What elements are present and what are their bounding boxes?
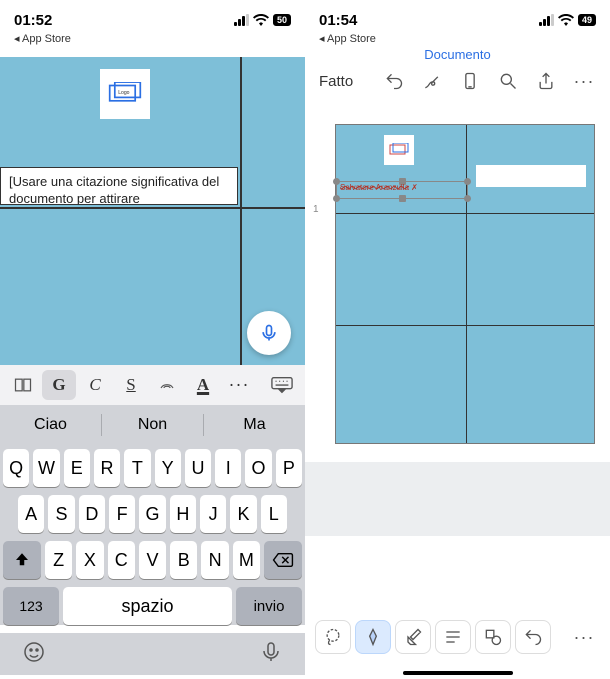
- status-time: 01:54: [319, 12, 357, 29]
- key[interactable]: V: [139, 541, 166, 579]
- status-icons: 49: [539, 14, 596, 26]
- key[interactable]: W: [33, 449, 59, 487]
- more-tools-button[interactable]: ···: [568, 622, 600, 652]
- shapes-button[interactable]: [475, 620, 511, 654]
- more-format-button[interactable]: ···: [222, 370, 256, 400]
- search-button[interactable]: [492, 66, 524, 96]
- italic-button[interactable]: C: [78, 370, 112, 400]
- document-canvas[interactable]: Salvatore Aranzulla ✗: [335, 124, 595, 444]
- highlight-button[interactable]: [150, 370, 184, 400]
- wifi-icon: [558, 14, 574, 26]
- suggestion-bar: Ciao Non Ma: [0, 405, 305, 445]
- document-title[interactable]: Documento: [424, 47, 490, 62]
- key[interactable]: S: [48, 495, 74, 533]
- keyboard-footer: [0, 633, 305, 675]
- bottom-toolbar: ···: [305, 613, 610, 661]
- key[interactable]: H: [170, 495, 196, 533]
- keyboard-toggle-button[interactable]: [265, 370, 299, 400]
- highlighter-button[interactable]: [395, 620, 431, 654]
- status-icons: 50: [234, 14, 291, 26]
- draw-button[interactable]: [416, 66, 448, 96]
- numbers-key[interactable]: 123: [3, 587, 59, 625]
- page-number: 1: [313, 204, 319, 215]
- back-to-app[interactable]: App Store: [305, 32, 610, 45]
- empty-space: [305, 462, 610, 536]
- grid-line: [466, 125, 467, 443]
- enter-key[interactable]: invio: [236, 587, 302, 625]
- mobile-view-button[interactable]: [454, 66, 486, 96]
- key[interactable]: L: [261, 495, 287, 533]
- battery-level: 49: [578, 14, 596, 26]
- key[interactable]: A: [18, 495, 44, 533]
- key[interactable]: J: [200, 495, 226, 533]
- quote-textbox[interactable]: [Usare una citazione significativa del d…: [0, 167, 238, 205]
- key[interactable]: I: [215, 449, 241, 487]
- key[interactable]: T: [124, 449, 150, 487]
- signal-icon: [234, 14, 249, 26]
- mic-key[interactable]: [259, 640, 283, 669]
- suggestion[interactable]: Non: [102, 416, 203, 434]
- bold-button[interactable]: G: [42, 370, 76, 400]
- svg-text:Logo: Logo: [118, 90, 129, 96]
- textbox[interactable]: [476, 165, 586, 187]
- share-button[interactable]: [530, 66, 562, 96]
- undo-button[interactable]: [515, 620, 551, 654]
- grid-line: [336, 325, 594, 326]
- grid-line: [240, 57, 242, 365]
- key[interactable]: G: [139, 495, 165, 533]
- battery-level: 50: [273, 14, 291, 26]
- emoji-button[interactable]: [22, 640, 46, 669]
- logo-placeholder: [384, 135, 414, 165]
- key[interactable]: Y: [155, 449, 181, 487]
- key[interactable]: B: [170, 541, 197, 579]
- text-tool-button[interactable]: [435, 620, 471, 654]
- key[interactable]: F: [109, 495, 135, 533]
- pen-button[interactable]: [355, 620, 391, 654]
- format-toolbar: G C S A ···: [0, 365, 305, 405]
- underline-button[interactable]: S: [114, 370, 148, 400]
- key[interactable]: P: [276, 449, 302, 487]
- status-bar: 01:52 50: [0, 0, 305, 36]
- lasso-button[interactable]: [315, 620, 351, 654]
- author-text[interactable]: Salvatore Aranzulla ✗: [340, 183, 418, 192]
- grid-line: [336, 213, 594, 214]
- key[interactable]: O: [245, 449, 271, 487]
- key[interactable]: Z: [45, 541, 72, 579]
- undo-button[interactable]: [378, 66, 410, 96]
- key[interactable]: N: [201, 541, 228, 579]
- done-button[interactable]: Fatto: [315, 71, 357, 92]
- suggestion[interactable]: Ciao: [0, 416, 101, 434]
- key[interactable]: R: [94, 449, 120, 487]
- status-bar: 01:54 49: [305, 0, 610, 36]
- key[interactable]: Q: [3, 449, 29, 487]
- suggestion[interactable]: Ma: [204, 416, 305, 434]
- key[interactable]: X: [76, 541, 103, 579]
- grid-line: [0, 207, 305, 209]
- status-time: 01:52: [14, 12, 52, 29]
- back-to-app[interactable]: App Store: [0, 32, 305, 45]
- document-header: Documento Fatto ···: [305, 45, 610, 104]
- key[interactable]: K: [230, 495, 256, 533]
- wifi-icon: [253, 14, 269, 26]
- space-key[interactable]: spazio: [63, 587, 232, 625]
- key[interactable]: U: [185, 449, 211, 487]
- key[interactable]: M: [233, 541, 260, 579]
- font-color-button[interactable]: A: [186, 370, 220, 400]
- key[interactable]: E: [64, 449, 90, 487]
- dictation-button[interactable]: [247, 311, 291, 355]
- style-button[interactable]: [6, 370, 40, 400]
- logo-placeholder: Logo: [100, 69, 150, 119]
- shift-key[interactable]: [3, 541, 41, 579]
- backspace-key[interactable]: [264, 541, 302, 579]
- document-canvas[interactable]: Logo [Usare una citazione significativa …: [0, 57, 305, 365]
- signal-icon: [539, 14, 554, 26]
- key[interactable]: D: [79, 495, 105, 533]
- home-indicator[interactable]: [403, 671, 513, 675]
- more-button[interactable]: ···: [568, 66, 600, 96]
- key[interactable]: C: [108, 541, 135, 579]
- keyboard: QWERTYUIOP ASDFGHJKL ZXCVBNM 123 spazio …: [0, 445, 305, 625]
